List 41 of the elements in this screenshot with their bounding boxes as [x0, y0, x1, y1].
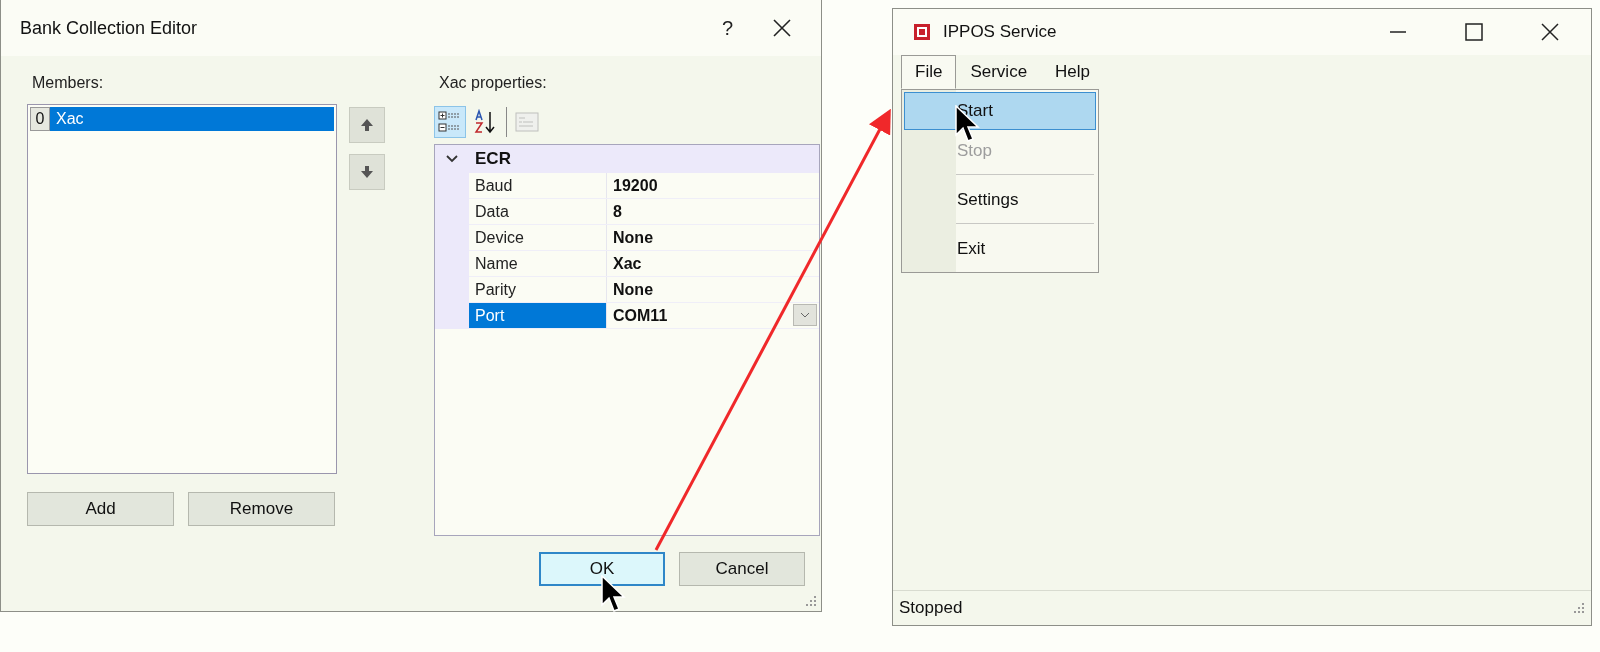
close-icon[interactable] [1541, 23, 1559, 41]
properties-label: Xac properties: [439, 74, 548, 92]
help-button[interactable]: ? [721, 16, 733, 40]
close-icon[interactable] [773, 19, 791, 37]
maximize-icon[interactable] [1465, 23, 1483, 41]
menu-item[interactable]: Service [956, 55, 1042, 89]
status-text: Stopped [899, 598, 963, 618]
ok-button[interactable]: OK [539, 552, 665, 586]
arrow-up-icon [360, 118, 374, 132]
move-down-button[interactable] [349, 154, 385, 190]
menu-item[interactable]: Help [1041, 55, 1105, 89]
property-value[interactable]: 19200 [607, 173, 820, 198]
chevron-down-icon [800, 312, 811, 318]
resize-grip-icon[interactable] [1573, 602, 1585, 614]
property-value[interactable]: Xac [607, 251, 820, 276]
cancel-button[interactable]: Cancel [679, 552, 805, 586]
property-name[interactable]: Parity [469, 277, 608, 302]
resize-grip-icon[interactable] [805, 595, 817, 607]
property-name[interactable]: Device [469, 225, 608, 250]
remove-button[interactable]: Remove [188, 492, 335, 526]
window-title: Bank Collection Editor [20, 17, 199, 39]
move-up-button[interactable] [349, 107, 385, 143]
arrow-down-icon [360, 165, 374, 179]
property-name[interactable]: Data [469, 199, 608, 224]
window-title: IPPOS Service [943, 22, 1058, 42]
chevron-down-icon[interactable] [445, 154, 460, 164]
property-name[interactable]: Name [469, 251, 608, 276]
property-value[interactable]: None [607, 225, 820, 250]
property-name[interactable]: Port [469, 303, 608, 328]
property-value[interactable]: None [607, 277, 820, 302]
menu-entry[interactable]: Exit [904, 230, 1096, 268]
members-label: Members: [32, 74, 105, 92]
menu-item[interactable]: File [901, 55, 957, 89]
add-button[interactable]: Add [27, 492, 174, 526]
category-name: ECR [475, 149, 511, 169]
menu-entry[interactable]: Settings [904, 181, 1096, 219]
property-value[interactable]: COM11 [607, 303, 792, 328]
property-name[interactable]: Baud [469, 173, 608, 198]
property-value[interactable]: 8 [607, 199, 820, 224]
app-icon [913, 23, 931, 41]
mouse-pointer-icon [601, 575, 627, 615]
